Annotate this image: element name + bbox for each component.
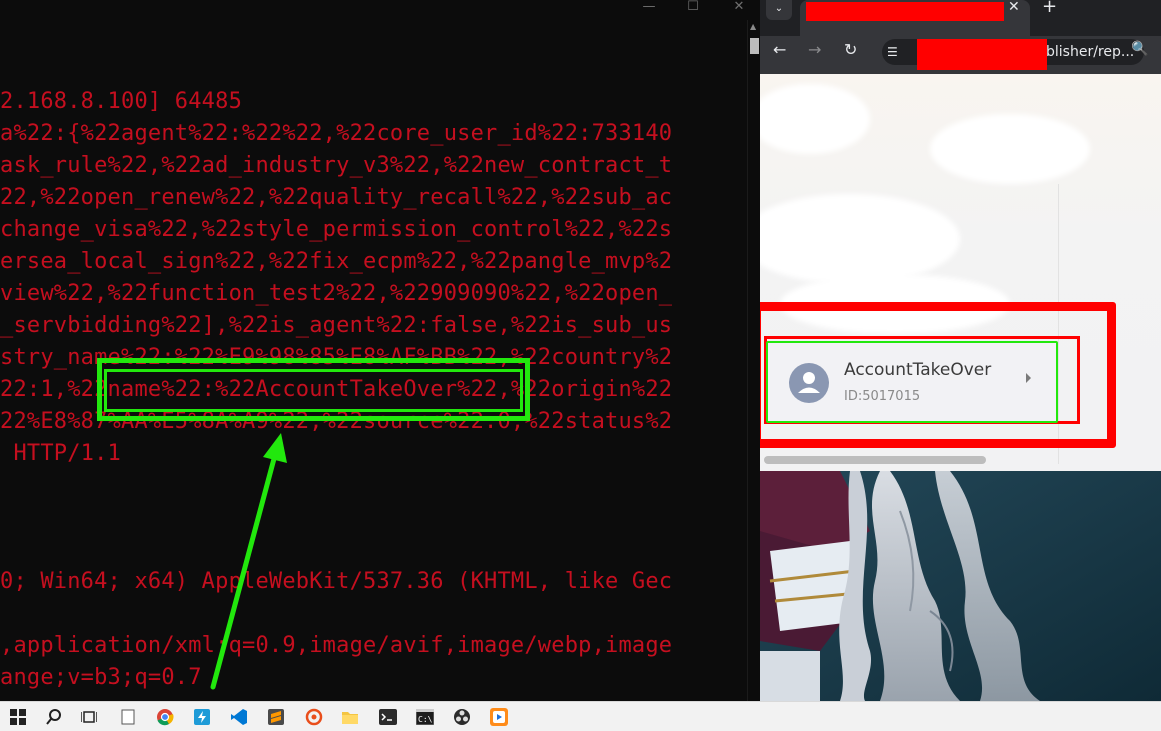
zoom-icon[interactable]: 🔍 xyxy=(1131,41,1148,57)
scroll-up-icon[interactable]: ▲ xyxy=(750,22,756,31)
terminal-line: ange;v=b3;q=0.7 xyxy=(0,665,202,690)
background-artwork xyxy=(760,471,1161,701)
terminal-line: 0; Win64; x64) AppleWebKit/537.36 (KHTML… xyxy=(0,569,673,594)
new-tab-button[interactable]: + xyxy=(1042,0,1057,16)
burp-icon[interactable] xyxy=(304,707,324,727)
browser-toolbar: ← → ↻ ☰ blisher/rep... 🔍 xyxy=(760,36,1161,74)
anime-character-image xyxy=(760,471,1161,701)
terminal-line: view%22,%22function_test2%22,%22909090%2… xyxy=(0,281,673,306)
terminal-line: HTTP/1.1 xyxy=(0,441,122,466)
terminal-line: ,application/xml;q=0.9,image/avif,image/… xyxy=(0,633,673,658)
task-view-icon[interactable] xyxy=(79,707,99,727)
account-name: AccountTakeOver xyxy=(844,360,992,380)
notepad-icon[interactable] xyxy=(118,707,138,727)
redacted-url xyxy=(917,39,1047,70)
terminal-icon[interactable] xyxy=(378,707,398,727)
close-button[interactable]: ✕ xyxy=(716,0,760,18)
terminal-line: _servbidding%22],%22is_agent%22:false,%2… xyxy=(0,313,673,338)
app-blue-icon[interactable] xyxy=(192,707,212,727)
horizontal-scrollbar[interactable] xyxy=(764,456,986,464)
minimize-button[interactable]: — xyxy=(626,0,672,18)
search-icon[interactable] xyxy=(44,707,64,727)
tab-strip: ⌄ ✕ + xyxy=(760,0,1161,36)
file-explorer-icon[interactable] xyxy=(340,707,360,727)
cmd-icon[interactable]: C:\ xyxy=(415,707,435,727)
windows-start-icon[interactable] xyxy=(8,707,28,727)
url-text: blisher/rep... xyxy=(1046,44,1135,60)
web-page: AccountTakeOver ID:5017015 xyxy=(760,74,1161,471)
svg-text:C:\: C:\ xyxy=(418,715,433,724)
active-tab[interactable]: ✕ xyxy=(800,0,1030,36)
site-settings-icon[interactable]: ☰ xyxy=(887,45,898,59)
back-button[interactable]: ← xyxy=(773,40,786,60)
terminal-window: — ☐ ✕ 2.168.8.100] 64485 a%22:{%22agent%2… xyxy=(0,0,760,701)
terminal-line: a%22:{%22agent%22:%22%22,%22core_user_id… xyxy=(0,121,673,146)
browser-window: ⌄ ✕ + ← → ↻ ☰ blisher/rep... 🔍 AccountTa… xyxy=(760,0,1161,701)
terminal-line: ersea_local_sign%22,%22fix_ecpm%22,%22pa… xyxy=(0,249,673,274)
user-icon xyxy=(798,372,820,393)
reload-button[interactable]: ↻ xyxy=(844,40,857,60)
terminal-line: ask_rule%22,%22ad_industry_v3%22,%22new_… xyxy=(0,153,673,178)
terminal-line: 22,%22open_renew%22,%22quality_recall%22… xyxy=(0,185,673,210)
account-id: ID:5017015 xyxy=(844,389,921,404)
vscode-icon[interactable] xyxy=(229,707,249,727)
tab-close-icon[interactable]: ✕ xyxy=(1008,0,1020,14)
chevron-right-icon xyxy=(1026,373,1031,383)
highlight-box-inner xyxy=(104,369,523,412)
terminal-line: change_visa%22,%22style_permission_contr… xyxy=(0,217,673,242)
terminal-line: 2.168.8.100] 64485 xyxy=(0,89,243,114)
scrollbar-thumb[interactable] xyxy=(750,38,759,54)
green-arrow-annotation xyxy=(210,433,287,690)
sublime-icon[interactable] xyxy=(266,707,286,727)
obs-icon[interactable] xyxy=(452,707,472,727)
tab-search-button[interactable]: ⌄ xyxy=(766,0,792,20)
avatar xyxy=(789,363,829,403)
terminal-scrollbar[interactable]: ▲ xyxy=(747,20,760,701)
media-player-icon[interactable] xyxy=(489,707,509,727)
redacted-tab-title xyxy=(806,2,1004,21)
taskbar: C:\ xyxy=(0,701,1161,731)
forward-button[interactable]: → xyxy=(808,40,821,60)
account-card[interactable]: AccountTakeOver ID:5017015 xyxy=(766,341,1058,423)
address-bar[interactable]: ☰ blisher/rep... xyxy=(882,39,1144,70)
terminal-titlebar: — ☐ ✕ xyxy=(0,0,760,20)
chrome-icon[interactable] xyxy=(155,707,175,727)
maximize-button[interactable]: ☐ xyxy=(670,0,716,18)
